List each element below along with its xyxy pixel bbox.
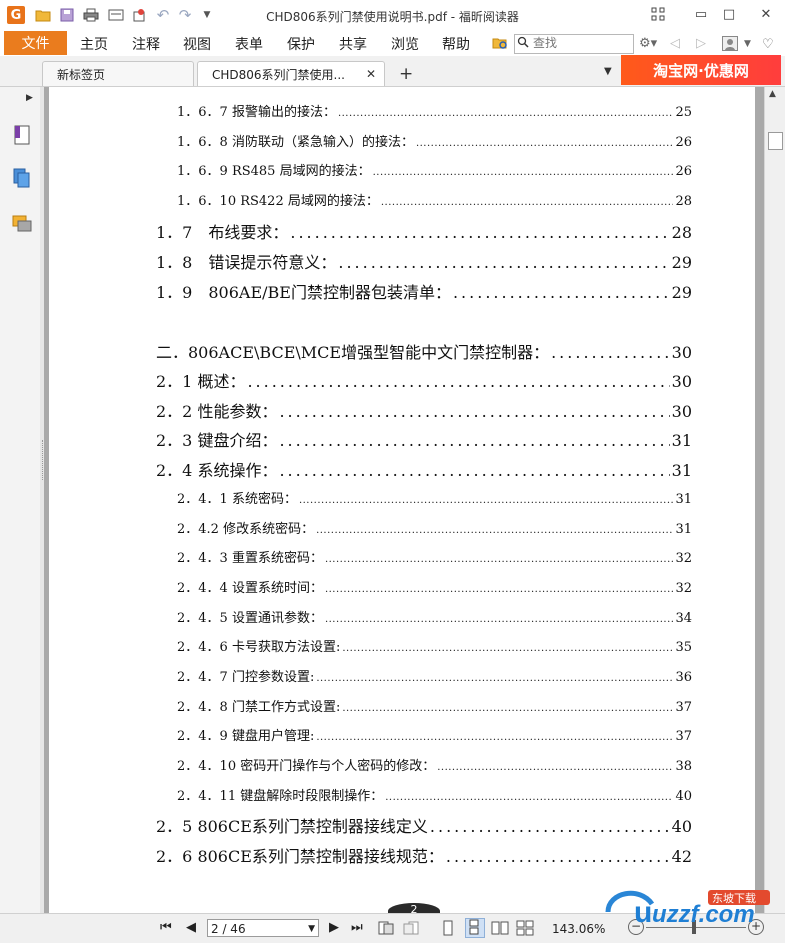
stamp-icon[interactable] [131, 7, 147, 23]
open-folder-icon[interactable] [35, 7, 51, 23]
comments-icon[interactable] [11, 213, 33, 235]
minimize-button[interactable]: ▭ [688, 4, 714, 24]
close-tab-icon[interactable]: ✕ [366, 67, 376, 81]
user-avatar-icon[interactable] [722, 36, 738, 55]
toc-entry[interactable]: 1．6．8 消防联动（紧急输入）的接法：26 [177, 131, 692, 150]
bookmark-icon[interactable] [11, 124, 33, 146]
toc-entry[interactable]: 2．2 性能参数：30 [156, 398, 692, 422]
svg-text:u: u [634, 896, 652, 929]
scan-icon[interactable] [108, 7, 124, 23]
toc-entry[interactable]: 1．8 错误提示符意义：29 [156, 249, 692, 273]
next-view-icon[interactable] [402, 920, 420, 940]
vertical-scrollbar[interactable]: ▲ [764, 87, 785, 913]
toc-entry[interactable]: 2．1 概述：30 [156, 368, 692, 392]
menu-view[interactable]: 视图 [183, 34, 211, 54]
page-thumbnails-icon[interactable] [11, 167, 33, 189]
title-bar: G ↶ ↷ ▼ CHD806系列门禁使用说明书.pdf - 福昕阅读器 ▭ □ … [0, 0, 785, 31]
toc-entry[interactable]: 2．4．7 门控参数设置:36 [177, 666, 692, 685]
scroll-up-icon[interactable]: ▲ [769, 89, 776, 99]
prev-page-icon[interactable]: ◀ [186, 920, 196, 935]
first-page-icon[interactable]: ⏮ [160, 920, 172, 935]
page-number-value: 2 / 46 [211, 922, 246, 936]
next-page-icon[interactable]: ▶ [329, 920, 339, 935]
tab-list-dropdown-icon[interactable]: ▼ [604, 66, 612, 77]
new-tab-button[interactable]: + [399, 64, 413, 84]
zoom-level[interactable]: 143.06% [552, 922, 605, 936]
ad-text: 淘宝网·优惠网 [653, 61, 749, 80]
expand-panel-icon[interactable]: ▶ [26, 93, 33, 103]
close-button[interactable]: ✕ [753, 4, 779, 24]
toc-entry[interactable]: 2．5 806CE系列门禁控制器接线定义40 [156, 813, 692, 837]
tab-document[interactable]: CHD806系列门禁使用... ✕ [197, 61, 385, 86]
toc-entry[interactable]: 2．6 806CE系列门禁控制器接线规范：42 [156, 843, 692, 867]
toc-entry[interactable]: 1．6．9 RS485 局域网的接法：26 [177, 160, 692, 179]
app-logo-icon[interactable]: G [7, 6, 25, 24]
toc-entry[interactable]: 1．6．7 报警输出的接法：25 [177, 101, 692, 120]
toc-entry[interactable]: 2．4．8 门禁工作方式设置:37 [177, 696, 692, 715]
toc-entry[interactable]: 2．4．6 卡号获取方法设置:35 [177, 636, 692, 655]
ribbon-menu-bar: 文件 主页 注释 视图 表单 保护 共享 浏览 帮助 ⚙▾ ◁ ▷ ▼ ♡ [0, 31, 785, 56]
search-box[interactable] [514, 34, 634, 54]
facing-pages-icon[interactable] [491, 920, 509, 940]
menu-browse[interactable]: 浏览 [391, 34, 419, 54]
toc-entry[interactable]: 1．9 806AE/BE门禁控制器包装清单：29 [156, 279, 692, 303]
toc-entry[interactable]: 1．7 布线要求：28 [156, 219, 692, 243]
print-icon[interactable] [83, 7, 99, 23]
menu-protect[interactable]: 保护 [287, 34, 315, 54]
site-watermark: u uzzf.com 东坡下载 [600, 880, 780, 935]
undo-icon[interactable]: ↶ [155, 6, 171, 24]
toc-entry[interactable]: 2．4．4 设置系统时间：32 [177, 577, 692, 596]
collapse-ribbon-icon[interactable]: ♡ [762, 37, 774, 52]
toc-entry[interactable]: 2．4．10 密码开门操作与个人密码的修改：38 [177, 755, 692, 774]
menu-share[interactable]: 共享 [339, 34, 367, 54]
nav-forward-icon[interactable]: ▷ [696, 36, 706, 51]
search-icon [517, 36, 529, 51]
file-menu-button[interactable]: 文件 [4, 31, 67, 55]
folder-search-icon[interactable] [492, 36, 508, 54]
maximize-button[interactable]: □ [716, 4, 742, 24]
toc-entry[interactable]: 二．806ACE\BCE\MCE增强型智能中文门禁控制器：30 [156, 339, 692, 363]
scroll-thumb[interactable] [768, 132, 783, 150]
page-number-badge: 2 [388, 903, 440, 913]
ad-banner[interactable]: 淘宝网·优惠网 [621, 55, 781, 85]
watermark-text: uzzf.com [652, 901, 755, 928]
nav-back-icon[interactable]: ◁ [670, 36, 680, 51]
toc-entry[interactable]: 2．3 键盘介绍：31 [156, 427, 692, 451]
tab-label: CHD806系列门禁使用... [212, 67, 345, 82]
save-icon[interactable] [59, 7, 75, 23]
toc-entry[interactable]: 2．4.2 修改系统密码：31 [177, 518, 692, 537]
page-number-field[interactable]: 2 / 46 ▼ [207, 919, 319, 937]
menu-comment[interactable]: 注释 [132, 34, 160, 54]
toc-entry[interactable]: 2．4．9 键盘用户管理:37 [177, 725, 692, 744]
toc-entry[interactable]: 2．4．3 重置系统密码：32 [177, 547, 692, 566]
continuous-page-icon[interactable] [465, 918, 485, 938]
last-page-icon[interactable]: ⏭ [351, 920, 363, 935]
grid-view-icon[interactable] [645, 4, 671, 24]
gear-icon[interactable]: ⚙▾ [639, 36, 657, 51]
tab-new-tab[interactable]: 新标签页 [42, 61, 194, 86]
search-input[interactable] [533, 35, 629, 51]
watermark-tag: 东坡下载 [712, 892, 756, 905]
customize-dropdown-icon[interactable]: ▼ [199, 7, 215, 23]
page-dropdown-icon[interactable]: ▼ [308, 920, 315, 938]
menu-help[interactable]: 帮助 [442, 34, 470, 54]
menu-form[interactable]: 表单 [235, 34, 263, 54]
toc-entry[interactable]: 2．4．11 键盘解除时段限制操作：40 [177, 785, 692, 804]
redo-icon[interactable]: ↷ [177, 6, 193, 24]
menu-home[interactable]: 主页 [80, 34, 108, 54]
user-dropdown-icon[interactable]: ▼ [744, 39, 751, 49]
toc-entry[interactable]: 2．4．1 系统密码：31 [177, 488, 692, 507]
navigation-panel: ▶ [0, 87, 41, 913]
tab-label: 新标签页 [57, 67, 106, 82]
continuous-facing-icon[interactable] [516, 920, 534, 940]
toc-entry[interactable]: 2．4 系统操作：31 [156, 457, 692, 481]
single-page-icon[interactable] [441, 920, 455, 940]
previous-view-icon[interactable] [377, 920, 395, 940]
document-page: 1．6．7 报警输出的接法：25 1．6．8 消防联动（紧急输入）的接法：26 … [49, 87, 755, 913]
toc-entry[interactable]: 1．6．10 RS422 局域网的接法：28 [177, 190, 692, 209]
toc-entry[interactable]: 2．4．5 设置通讯参数：34 [177, 607, 692, 626]
